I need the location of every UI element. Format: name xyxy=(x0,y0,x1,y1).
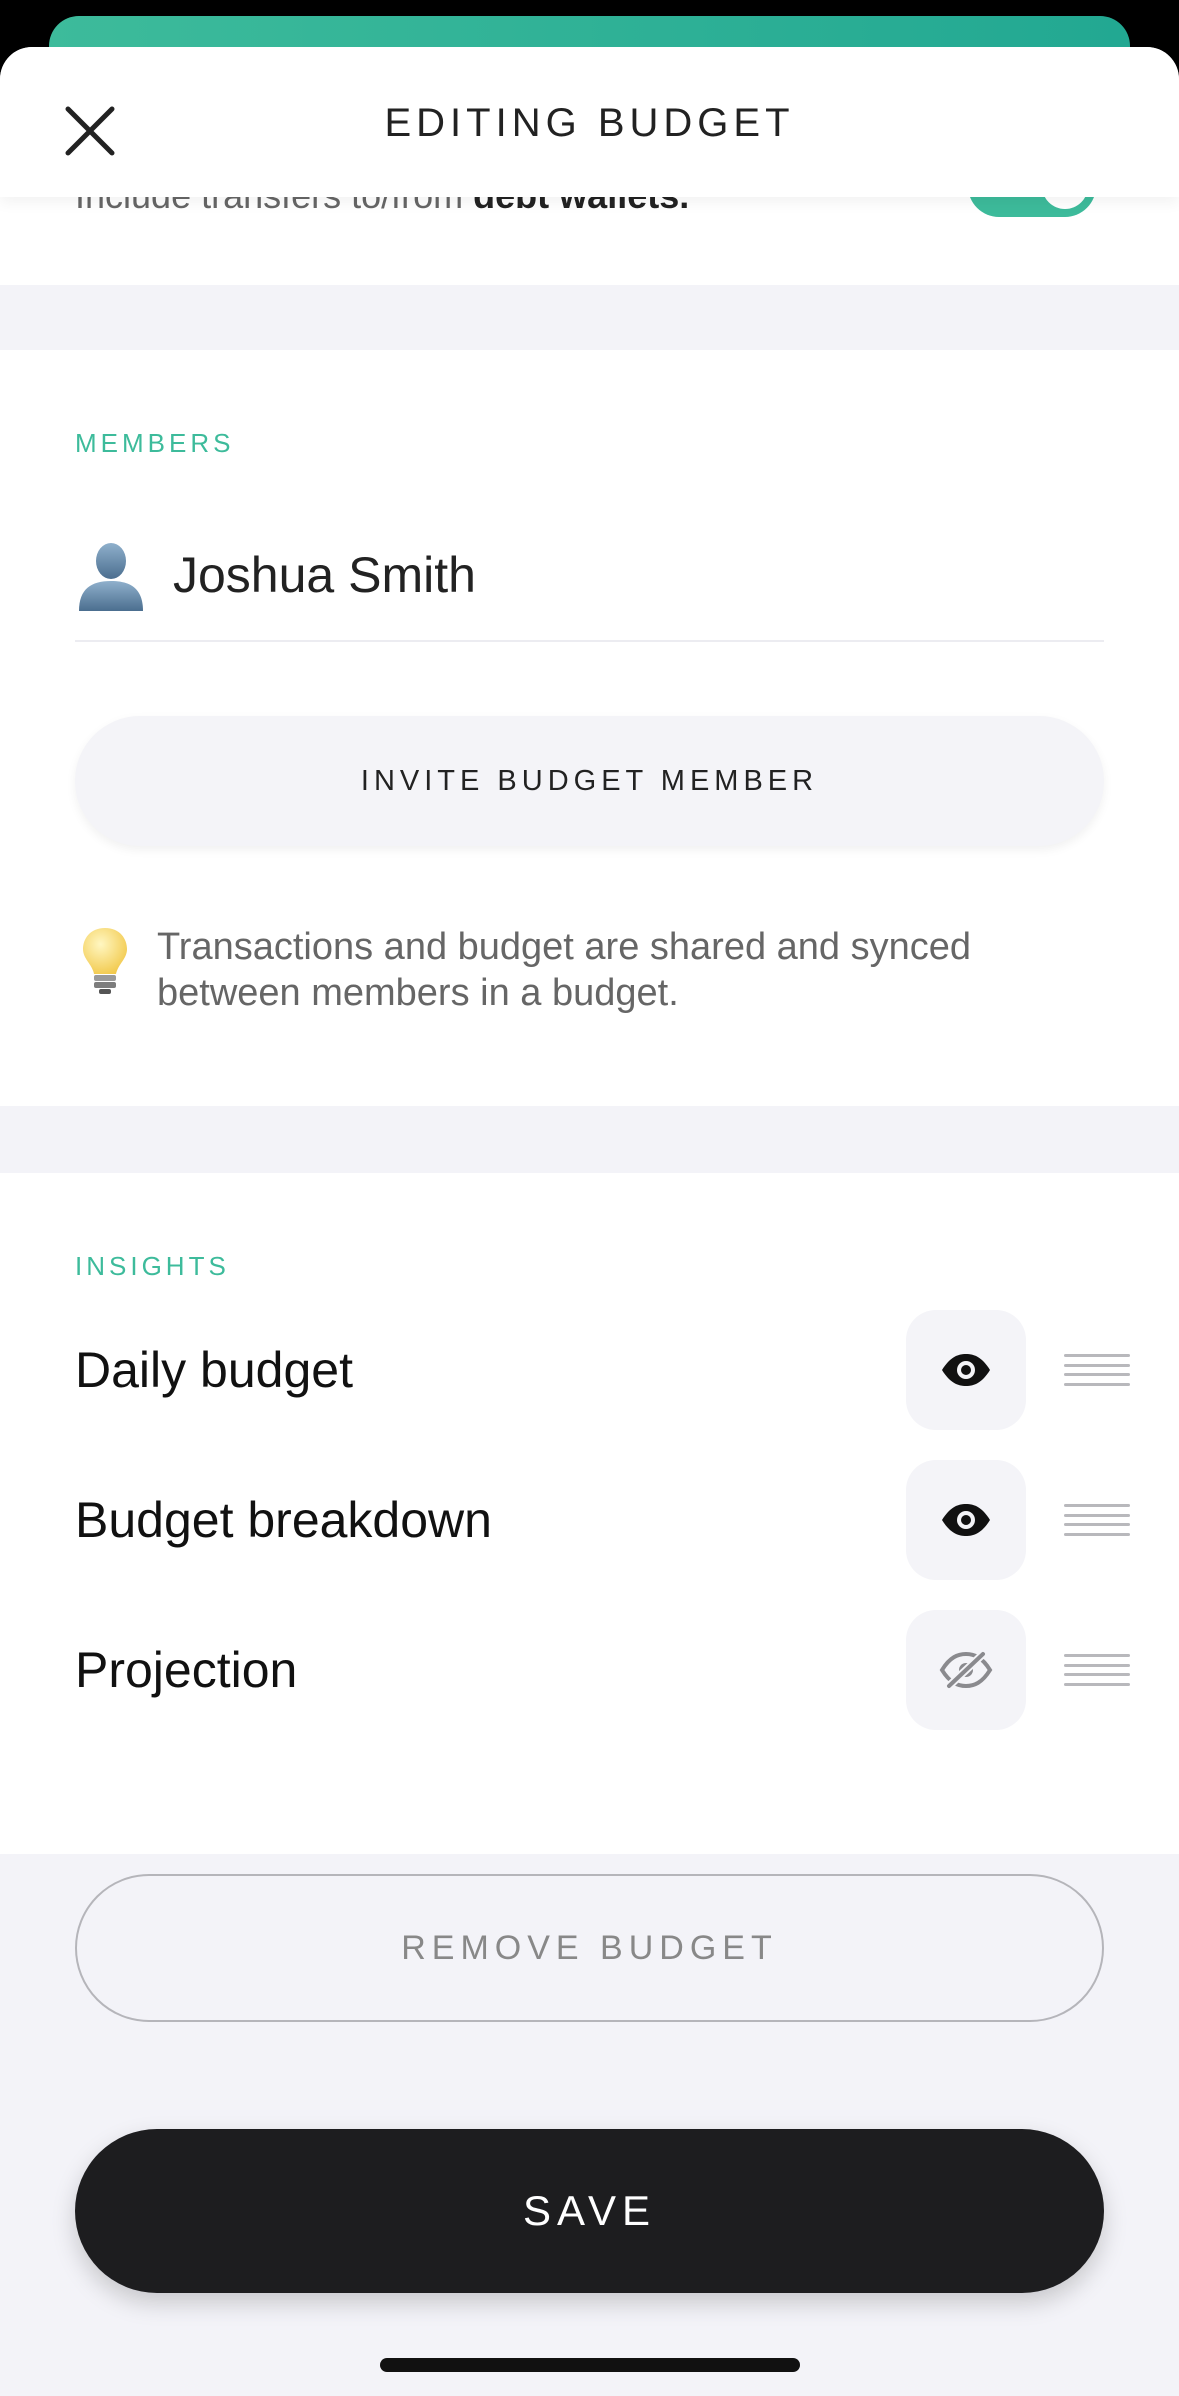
editing-budget-sheet: EDITING BUDGET Include transfers to/from… xyxy=(0,47,1179,2396)
home-indicator xyxy=(380,2358,800,2372)
visibility-toggle-button[interactable] xyxy=(906,1610,1026,1730)
members-card: MEMBERS Joshua Smith INVITE BUDGET MEMBE… xyxy=(0,350,1179,1106)
eye-icon xyxy=(942,1354,990,1386)
insight-row-projection: Projection xyxy=(75,1609,1130,1731)
insights-section-label: INSIGHTS xyxy=(75,1251,230,1281)
visibility-toggle-button[interactable] xyxy=(906,1310,1026,1430)
light-bulb-icon xyxy=(83,928,127,994)
member-row[interactable]: Joshua Smith xyxy=(75,510,1104,642)
transfer-setting-bold-text: debt wallets. xyxy=(473,197,689,216)
remove-budget-button[interactable]: REMOVE BUDGET xyxy=(75,1874,1104,2022)
transfer-setting-card: Include transfers to/from debt wallets. xyxy=(0,197,1179,285)
insight-label: Projection xyxy=(75,1642,298,1698)
members-tip-text: Transactions and budget are shared and s… xyxy=(157,926,972,1014)
transfer-setting-label: Include transfers to/from debt wallets. xyxy=(75,197,689,217)
visibility-toggle-button[interactable] xyxy=(906,1460,1026,1580)
members-section-label: MEMBERS xyxy=(75,428,235,458)
sheet-header: EDITING BUDGET xyxy=(0,47,1179,197)
user-avatar-icon xyxy=(79,543,143,611)
transfer-setting-text: Include transfers to/from xyxy=(75,197,473,216)
insight-row-budget-breakdown: Budget breakdown xyxy=(75,1459,1130,1581)
drag-handle[interactable] xyxy=(1064,1650,1130,1690)
insights-card: INSIGHTS Daily budget Budget breakdown P… xyxy=(0,1173,1179,1854)
eye-icon xyxy=(942,1504,990,1536)
insight-row-daily-budget: Daily budget xyxy=(75,1309,1130,1431)
drag-handle[interactable] xyxy=(1064,1500,1130,1540)
insight-label: Daily budget xyxy=(75,1342,353,1398)
drag-handle[interactable] xyxy=(1064,1350,1130,1390)
debt-wallets-toggle[interactable] xyxy=(968,197,1096,217)
page-title: EDITING BUDGET xyxy=(384,101,795,145)
members-tip: Transactions and budget are shared and s… xyxy=(75,924,1104,1016)
invite-budget-member-button[interactable]: INVITE BUDGET MEMBER xyxy=(75,716,1104,846)
member-name: Joshua Smith xyxy=(173,547,476,603)
save-button[interactable]: SAVE xyxy=(75,2129,1104,2293)
eye-off-icon xyxy=(939,1650,993,1690)
insight-label: Budget breakdown xyxy=(75,1492,492,1548)
